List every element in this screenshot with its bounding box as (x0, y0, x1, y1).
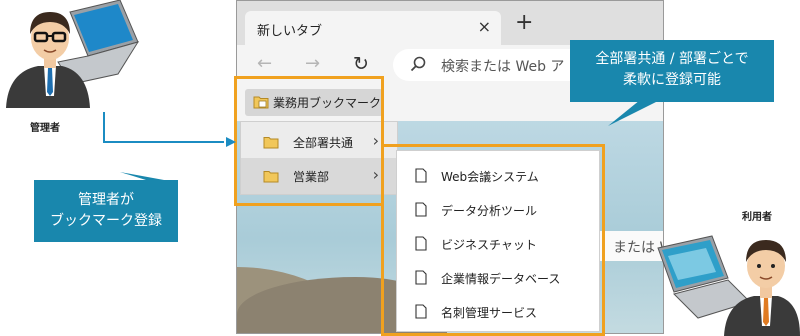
callout-line: 全部署共通 / 部署ごとで (595, 51, 749, 67)
callout-line: 柔軟に登録可能 (623, 72, 721, 88)
callout-line: 管理者が (78, 192, 134, 208)
callout-flexible-registration: 全部署共通 / 部署ごとで 柔軟に登録可能 (570, 40, 774, 102)
admin-caption: 管理者 (30, 123, 60, 134)
callout-admin-registers: 管理者が ブックマーク登録 (34, 180, 178, 242)
callout-line: ブックマーク登録 (50, 213, 162, 229)
user-with-laptop-illustration (657, 235, 800, 336)
admin-with-laptop-illustration (6, 0, 140, 108)
user-caption: 利用者 (742, 212, 772, 223)
